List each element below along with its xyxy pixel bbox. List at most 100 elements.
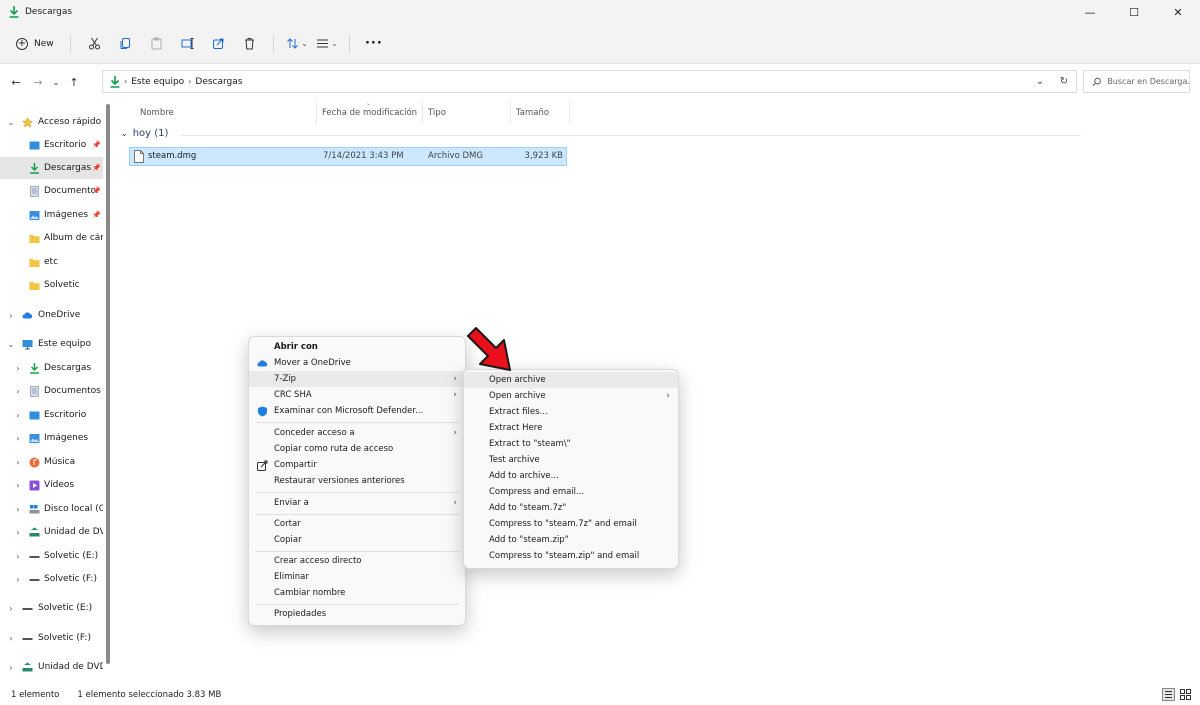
menu-item-properties[interactable]: Propiedades [249, 606, 465, 622]
back-button[interactable]: ← [5, 71, 27, 93]
menu-item-add-to-archive[interactable]: Add to archive... [464, 468, 678, 484]
chevron-right-icon[interactable]: › [13, 364, 23, 373]
column-header-size[interactable]: Tamaño [516, 102, 568, 124]
chevron-right-icon[interactable]: › [6, 663, 16, 672]
chevron-right-icon[interactable]: › [6, 311, 16, 320]
menu-item-extract-here[interactable]: Extract Here [464, 420, 678, 436]
chevron-right-icon[interactable]: › [13, 387, 23, 396]
share-button[interactable] [205, 31, 231, 57]
rename-button[interactable] [174, 31, 200, 57]
chevron-down-icon[interactable]: ⌄ [6, 340, 16, 349]
nav-pc-imagenes[interactable]: › Imágenes [0, 427, 103, 449]
column-divider[interactable] [510, 102, 511, 124]
search-box[interactable]: Buscar en Descarga... [1083, 70, 1190, 93]
chevron-right-icon[interactable]: › [13, 575, 23, 584]
nav-imagenes-pinned[interactable]: Imágenes 📌 [0, 204, 103, 226]
paste-button[interactable] [143, 31, 169, 57]
menu-item-cut[interactable]: Cortar [249, 516, 465, 532]
nav-etc[interactable]: etc [0, 251, 103, 273]
nav-pc-musica[interactable]: › Música [0, 451, 103, 473]
sidebar-scrollbar[interactable] [105, 100, 111, 685]
more-options-button[interactable]: ··· [361, 31, 387, 57]
nav-root-unidad-dvd[interactable]: › Unidad de DVD ( [0, 656, 103, 678]
menu-item-defender-scan[interactable]: Examinar con Microsoft Defender... [249, 403, 465, 419]
menu-item-copy[interactable]: Copiar [249, 532, 465, 548]
breadcrumb-este-equipo[interactable]: Este equipo [131, 77, 184, 87]
up-button[interactable]: ↑ [63, 71, 85, 93]
menu-item-give-access[interactable]: Conceder acceso a › [249, 425, 465, 441]
nav-disco-local-c[interactable]: › Disco local (C:) [0, 498, 103, 520]
menu-item-copy-as-path[interactable]: Copiar como ruta de acceso [249, 441, 465, 457]
copy-button[interactable] [112, 31, 138, 57]
address-history-button[interactable]: ⌄ [1028, 76, 1052, 87]
menu-item-extract-to-folder[interactable]: Extract to "steam\" [464, 436, 678, 452]
column-divider[interactable] [422, 102, 423, 124]
menu-item-add-to-7z[interactable]: Add to "steam.7z" [464, 500, 678, 516]
nav-quick-access[interactable]: ⌄ Acceso rápido [0, 111, 103, 133]
scrollbar-thumb[interactable] [106, 104, 110, 664]
new-button[interactable]: + New [16, 31, 62, 57]
chevron-right-icon[interactable]: › [6, 634, 16, 643]
table-row[interactable]: steam.dmg 7/14/2021 3:43 PM Archivo DMG … [129, 147, 567, 166]
menu-item-open-archive-sub[interactable]: Open archive › [464, 388, 678, 404]
nav-unidad-dvd[interactable]: › Unidad de DVD [0, 521, 103, 543]
menu-item-extract-files[interactable]: Extract files... [464, 404, 678, 420]
nav-root-solvetic-e[interactable]: › Solvetic (E:) [0, 597, 103, 619]
recent-locations-button[interactable]: ⌄ [49, 71, 63, 93]
chevron-right-icon[interactable]: › [13, 505, 23, 514]
menu-item-move-to-onedrive[interactable]: Mover a OneDrive [249, 355, 465, 371]
nav-pc-escritorio[interactable]: › Escritorio [0, 404, 103, 426]
menu-item-7zip[interactable]: 7-Zip › [249, 371, 465, 387]
menu-item-restore-versions[interactable]: Restaurar versiones anteriores [249, 473, 465, 489]
chevron-right-icon[interactable]: › [13, 528, 23, 537]
column-header-modified[interactable]: Fecha de modificación [322, 102, 422, 124]
nav-documentos-pinned[interactable]: Documento 📌 [0, 180, 103, 202]
menu-item-send-to[interactable]: Enviar a › [249, 495, 465, 511]
chevron-right-icon[interactable]: › [13, 434, 23, 443]
view-button[interactable]: ⌄ [312, 31, 342, 57]
nav-this-pc[interactable]: ⌄ Este equipo [0, 333, 103, 355]
menu-item-test-archive[interactable]: Test archive [464, 452, 678, 468]
minimize-button[interactable]: — [1068, 0, 1112, 24]
menu-item-compress-and-email[interactable]: Compress and email... [464, 484, 678, 500]
chevron-down-icon[interactable]: ⌄ [6, 118, 16, 127]
breadcrumb-descargas[interactable]: Descargas [195, 77, 242, 87]
nav-descargas-pinned[interactable]: Descargas 📌 [0, 157, 103, 179]
column-header-name[interactable]: Nombre [140, 102, 316, 124]
chevron-right-icon[interactable]: › [13, 481, 23, 490]
chevron-right-icon[interactable]: › [13, 411, 23, 420]
details-view-icon[interactable] [1162, 688, 1175, 701]
nav-root-solvetic-f[interactable]: › Solvetic (F:) [0, 627, 103, 649]
menu-item-compress-7z-email[interactable]: Compress to "steam.7z" and email [464, 516, 678, 532]
nav-pc-videos[interactable]: › Vídeos [0, 474, 103, 496]
delete-button[interactable] [236, 31, 262, 57]
column-divider[interactable] [316, 102, 317, 124]
column-header-type[interactable]: Tipo [428, 102, 510, 124]
menu-item-open-with[interactable]: Abrir con [249, 339, 465, 355]
refresh-button[interactable]: ↻ [1052, 76, 1076, 87]
nav-onedrive[interactable]: › OneDrive [0, 304, 103, 326]
close-button[interactable]: ✕ [1156, 0, 1200, 24]
address-bar[interactable]: › Este equipo › Descargas ⌄ ↻ [102, 70, 1077, 93]
maximize-button[interactable]: ☐ [1112, 0, 1156, 24]
nav-pc-descargas[interactable]: › Descargas [0, 357, 103, 379]
menu-item-delete[interactable]: Eliminar [249, 569, 465, 585]
nav-escritorio-pinned[interactable]: Escritorio 📌 [0, 134, 103, 156]
chevron-right-icon[interactable]: › [6, 604, 16, 613]
nav-pc-documentos[interactable]: › Documentos [0, 380, 103, 402]
forward-button[interactable]: → [27, 71, 49, 93]
group-header-today[interactable]: ⌄ hoy (1) [121, 128, 1081, 139]
chevron-right-icon[interactable]: › [13, 552, 23, 561]
menu-item-compress-zip-email[interactable]: Compress to "steam.zip" and email [464, 548, 678, 564]
cut-button[interactable] [81, 31, 107, 57]
menu-item-crc-sha[interactable]: CRC SHA › [249, 387, 465, 403]
column-divider[interactable] [569, 102, 570, 124]
nav-album-camara[interactable]: Álbum de cám [0, 227, 103, 249]
menu-item-share[interactable]: Compartir [249, 457, 465, 473]
menu-item-add-to-zip[interactable]: Add to "steam.zip" [464, 532, 678, 548]
menu-item-rename[interactable]: Cambiar nombre [249, 585, 465, 601]
chevron-right-icon[interactable]: › [13, 458, 23, 467]
nav-solvetic-folder[interactable]: Solvetic [0, 274, 103, 296]
nav-solvetic-f[interactable]: › Solvetic (F:) [0, 568, 103, 590]
menu-item-create-shortcut[interactable]: Crear acceso directo [249, 553, 465, 569]
